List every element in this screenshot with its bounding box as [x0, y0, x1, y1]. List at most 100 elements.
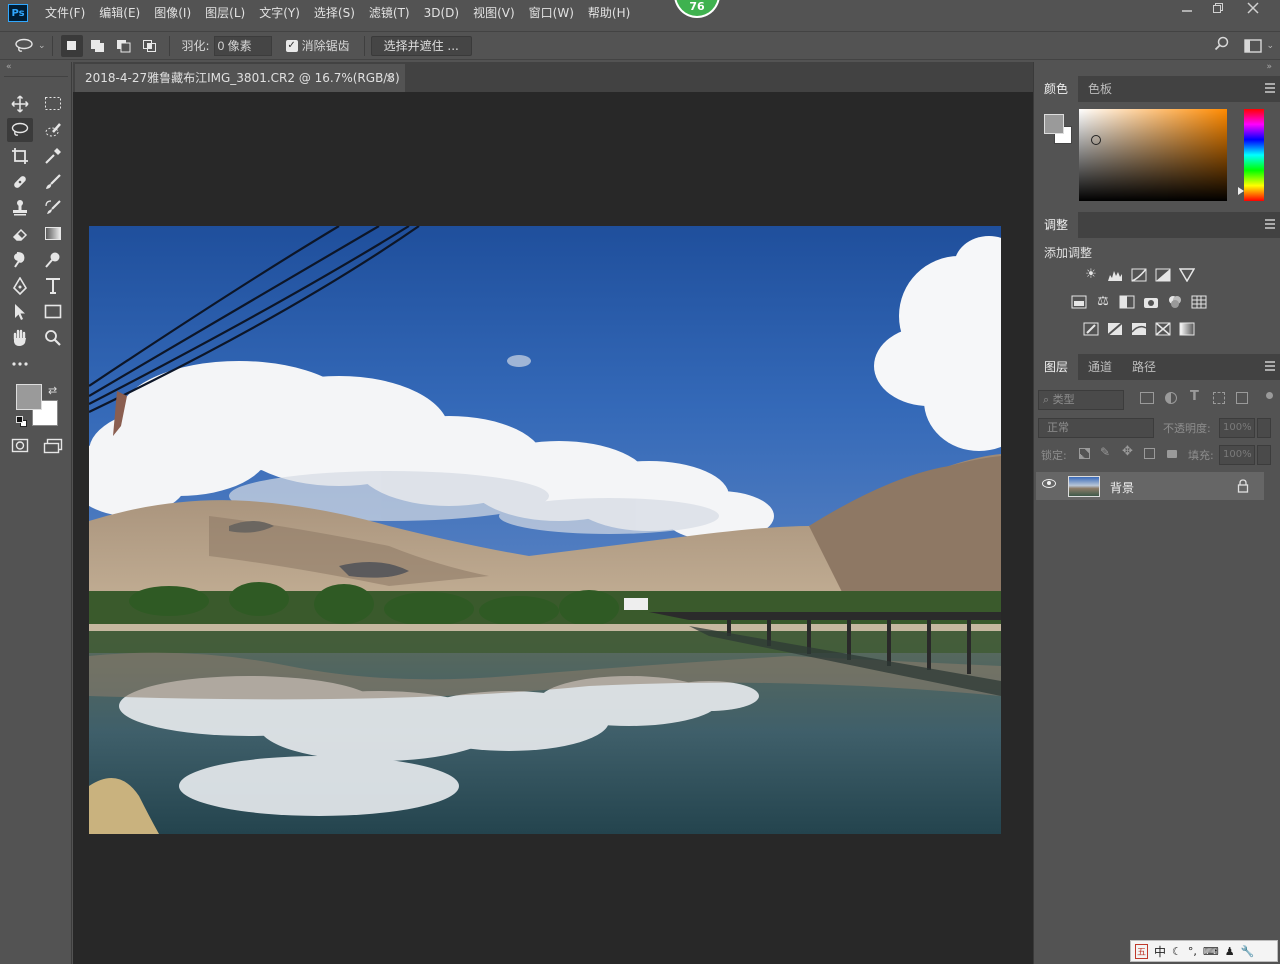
lock-pixels-icon[interactable]: ✎	[1100, 445, 1110, 459]
ime-logo-icon[interactable]: 五	[1135, 943, 1149, 959]
lock-transparent-icon[interactable]	[1079, 448, 1090, 459]
vibrance-adjust-icon[interactable]	[1178, 268, 1196, 283]
eyedropper-tool[interactable]	[40, 144, 66, 168]
default-colors-icon[interactable]	[16, 416, 28, 428]
tab-layers[interactable]: 图层	[1034, 354, 1079, 380]
invert-adjust-icon[interactable]	[1083, 322, 1099, 336]
filter-shape-icon[interactable]	[1213, 392, 1225, 404]
hue-slider[interactable]	[1238, 109, 1264, 201]
fill-dropdown[interactable]	[1257, 445, 1271, 465]
crop-tool[interactable]	[7, 144, 33, 168]
quick-mask-button[interactable]	[7, 434, 33, 458]
posterize-adjust-icon[interactable]	[1107, 322, 1123, 336]
black-white-adjust-icon[interactable]	[1119, 295, 1135, 309]
punctuation-icon[interactable]: °,	[1188, 945, 1197, 958]
tool-preset-picker[interactable]: ⌄	[14, 38, 46, 54]
blend-mode-select[interactable]: 正常	[1038, 418, 1154, 438]
menu-window[interactable]: 窗口(W)	[522, 0, 581, 26]
foreground-color-swatch[interactable]	[16, 384, 42, 410]
ime-language-toggle[interactable]: 中	[1154, 943, 1166, 960]
hue-saturation-adjust-icon[interactable]	[1071, 295, 1087, 309]
pen-tool[interactable]	[7, 274, 33, 298]
search-button[interactable]	[1214, 36, 1236, 55]
user-icon[interactable]: ♟	[1225, 945, 1235, 958]
collapse-toolbar-icon[interactable]: «	[6, 62, 12, 72]
hue-slider-handle[interactable]	[1238, 187, 1244, 195]
filter-smart-object-icon[interactable]	[1236, 392, 1248, 404]
image-canvas[interactable]	[89, 226, 1001, 834]
channel-mixer-adjust-icon[interactable]	[1167, 295, 1183, 309]
close-tab-icon[interactable]: ×	[385, 64, 395, 92]
subtract-selection-button[interactable]	[113, 35, 135, 57]
brightness-adjust-icon[interactable]: ☀	[1083, 268, 1099, 282]
color-picker-field[interactable]	[1079, 109, 1227, 201]
curves-adjust-icon[interactable]	[1131, 268, 1147, 282]
filter-pixel-icon[interactable]	[1140, 392, 1154, 404]
swap-colors-icon[interactable]: ⇄	[48, 384, 57, 397]
panel-menu-icon[interactable]	[1265, 83, 1275, 93]
panel-menu-icon[interactable]	[1265, 361, 1275, 371]
menu-help[interactable]: 帮助(H)	[581, 0, 637, 26]
dodge-tool[interactable]	[40, 248, 66, 272]
marquee-tool[interactable]	[40, 92, 66, 116]
feather-input[interactable]	[213, 35, 272, 56]
tab-swatches[interactable]: 色板	[1078, 76, 1122, 102]
add-selection-button[interactable]	[87, 35, 109, 57]
history-brush-tool[interactable]	[40, 196, 66, 220]
expand-panels-icon[interactable]: »	[1266, 62, 1272, 72]
photo-filter-adjust-icon[interactable]	[1143, 295, 1159, 309]
select-and-mask-button[interactable]: 选择并遮住 ...	[370, 35, 472, 56]
clone-stamp-tool[interactable]	[7, 196, 33, 220]
fill-input[interactable]: 100%	[1219, 445, 1255, 465]
gradient-tool[interactable]	[40, 222, 66, 246]
workspace-button[interactable]: ⌄	[1244, 38, 1274, 53]
intersect-selection-button[interactable]	[139, 35, 161, 57]
opacity-input[interactable]: 100%	[1219, 418, 1255, 438]
color-balance-adjust-icon[interactable]: ⚖	[1095, 295, 1111, 309]
opacity-dropdown[interactable]	[1257, 418, 1271, 438]
type-tool[interactable]	[40, 274, 66, 298]
tab-color[interactable]: 颜色	[1034, 76, 1079, 102]
panel-fg-swatch[interactable]	[1044, 114, 1064, 134]
minimize-button[interactable]	[1172, 0, 1202, 22]
keyboard-icon[interactable]: ⌨	[1203, 945, 1219, 958]
menu-view[interactable]: 视图(V)	[466, 0, 522, 26]
more-tools-button[interactable]	[7, 352, 33, 376]
exposure-adjust-icon[interactable]	[1155, 268, 1171, 282]
menu-3d[interactable]: 3D(D)	[417, 0, 466, 26]
lock-all-icon[interactable]	[1167, 450, 1177, 458]
antialias-checkbox[interactable]: ✓	[285, 39, 298, 52]
levels-adjust-icon[interactable]	[1107, 268, 1123, 282]
filter-type-icon[interactable]: T	[1190, 389, 1199, 404]
zoom-tool[interactable]	[40, 326, 66, 350]
tab-channels[interactable]: 通道	[1078, 354, 1122, 380]
lock-artboard-icon[interactable]	[1144, 448, 1155, 459]
selective-color-adjust-icon[interactable]	[1155, 322, 1171, 336]
eraser-tool[interactable]	[7, 222, 33, 246]
quick-select-tool[interactable]	[40, 118, 66, 142]
document-tab[interactable]: 2018-4-27雅鲁藏布江IMG_3801.CR2 @ 16.7%(RGB/8…	[75, 64, 405, 92]
menu-edit[interactable]: 编辑(E)	[92, 0, 147, 26]
path-select-tool[interactable]	[7, 300, 33, 324]
filter-adjustment-icon[interactable]	[1165, 392, 1177, 404]
lasso-tool[interactable]	[7, 118, 33, 142]
blur-tool[interactable]	[7, 248, 33, 272]
visibility-eye-icon[interactable]	[1042, 479, 1056, 488]
rectangle-tool[interactable]	[40, 300, 66, 324]
menu-filter[interactable]: 滤镜(T)	[362, 0, 417, 26]
color-lookup-adjust-icon[interactable]	[1191, 295, 1207, 309]
menu-file[interactable]: 文件(F)	[38, 0, 92, 26]
moon-icon[interactable]: ☾	[1172, 945, 1182, 958]
screen-mode-button[interactable]	[40, 434, 66, 458]
close-window-button[interactable]	[1238, 0, 1268, 22]
menu-image[interactable]: 图像(I)	[147, 0, 198, 26]
gradient-map-adjust-icon[interactable]	[1179, 322, 1195, 336]
filter-toggle-icon[interactable]	[1266, 392, 1273, 399]
layer-filter-select[interactable]: ⌕ 类型	[1038, 390, 1124, 410]
healing-brush-tool[interactable]	[7, 170, 33, 194]
panel-menu-icon[interactable]	[1265, 219, 1275, 229]
move-tool[interactable]	[7, 92, 33, 116]
menu-type[interactable]: 文字(Y)	[252, 0, 307, 26]
hand-tool[interactable]	[7, 326, 33, 350]
menu-select[interactable]: 选择(S)	[307, 0, 362, 26]
